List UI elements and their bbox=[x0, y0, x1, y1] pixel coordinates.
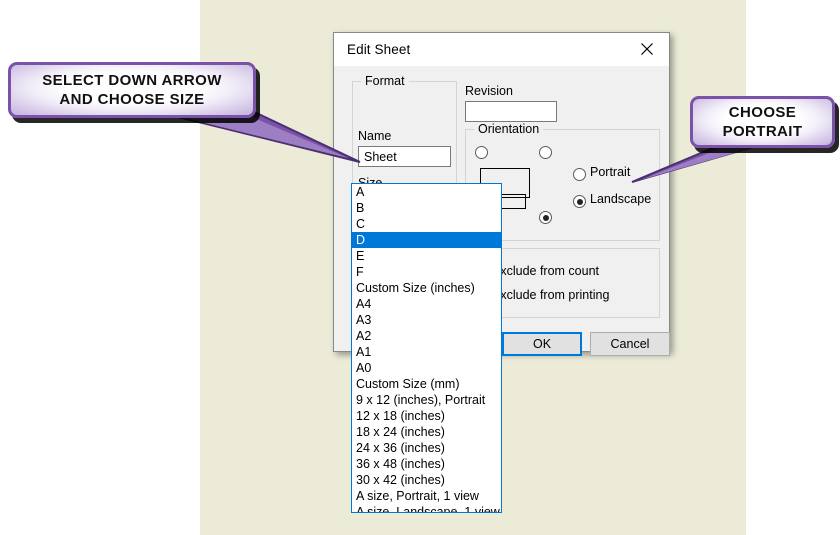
ok-button[interactable]: OK bbox=[502, 332, 582, 356]
size-option[interactable]: A1 bbox=[352, 344, 501, 360]
size-option[interactable]: A size, Landscape, 1 view bbox=[352, 504, 501, 512]
size-option[interactable]: Custom Size (inches) bbox=[352, 280, 501, 296]
size-option[interactable]: A3 bbox=[352, 312, 501, 328]
size-option[interactable]: A4 bbox=[352, 296, 501, 312]
size-option[interactable]: 36 x 48 (inches) bbox=[352, 456, 501, 472]
size-option[interactable]: 30 x 42 (inches) bbox=[352, 472, 501, 488]
size-option[interactable]: 18 x 24 (inches) bbox=[352, 424, 501, 440]
size-option[interactable]: Custom Size (mm) bbox=[352, 376, 501, 392]
screen-root: Edit Sheet Format Name Size D bbox=[0, 0, 840, 535]
cancel-button[interactable]: Cancel bbox=[590, 332, 670, 356]
size-option[interactable]: F bbox=[352, 264, 501, 280]
exclude-from-count-label: Exclude from count bbox=[492, 264, 599, 278]
size-option[interactable]: A2 bbox=[352, 328, 501, 344]
exclude-from-printing-label: Exclude from printing bbox=[492, 288, 610, 302]
size-option[interactable]: A size, Portrait, 1 view bbox=[352, 488, 501, 504]
callout-right-box: CHOOSE PORTRAIT bbox=[690, 96, 835, 148]
callout-right-text: CHOOSE PORTRAIT bbox=[722, 104, 803, 140]
size-option[interactable]: 9 x 12 (inches), Portrait bbox=[352, 392, 501, 408]
size-option[interactable]: 24 x 36 (inches) bbox=[352, 440, 501, 456]
size-option[interactable]: A0 bbox=[352, 360, 501, 376]
size-option[interactable]: 12 x 18 (inches) bbox=[352, 408, 501, 424]
